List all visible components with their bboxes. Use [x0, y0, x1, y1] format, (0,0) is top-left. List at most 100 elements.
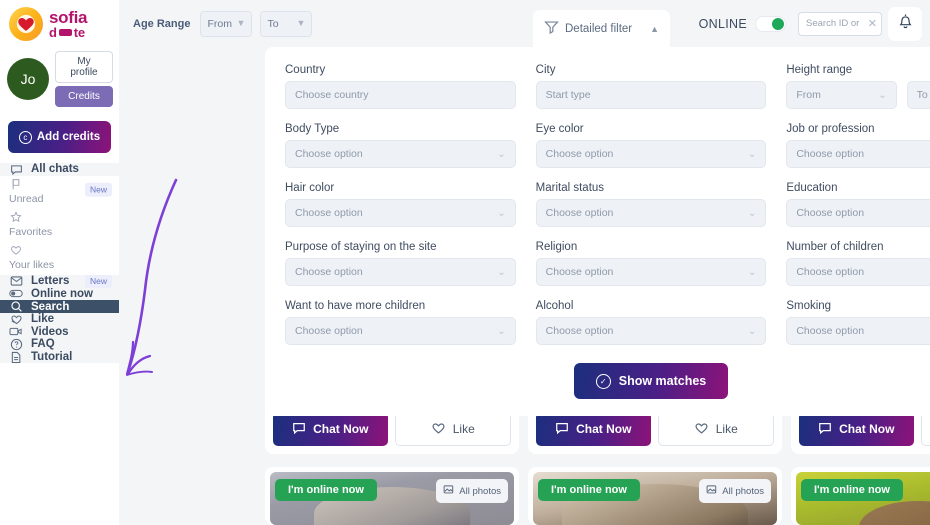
hair-color-select[interactable]: Choose option ⌄: [285, 199, 516, 227]
filter-field-height-range: Height range From ⌄ To ⌄: [786, 64, 930, 109]
photo-card[interactable]: I'm online now All photos: [528, 467, 782, 525]
profile-photo: I'm online now All photos: [533, 472, 777, 525]
online-toggle-group: ONLINE: [698, 15, 786, 32]
check-circle-icon: ✓: [595, 373, 611, 389]
city-input[interactable]: Start type: [535, 81, 767, 109]
sidebar-item-unread[interactable]: Unread New: [0, 176, 119, 209]
notification-bell-button[interactable]: [888, 6, 922, 41]
field-label: Purpose of staying on the site: [285, 241, 437, 253]
religion-select[interactable]: Choose option ⌄: [535, 258, 767, 286]
sidebar-item-like[interactable]: Like: [0, 312, 119, 326]
chevron-down-icon: ▼: [296, 18, 306, 28]
search-id-input[interactable]: Search ID or ✕: [798, 11, 882, 36]
height-from-select[interactable]: From ⌄: [786, 81, 897, 109]
sidebar-item-faq[interactable]: FAQ: [0, 338, 119, 351]
show-matches-label: Show matches: [618, 374, 707, 388]
field-placeholder: Choose option: [545, 266, 614, 278]
sidebar-item-label: Favorites: [9, 225, 53, 238]
chat-now-label: Chat Now: [313, 422, 369, 436]
credit-coin-icon: c: [18, 130, 32, 144]
profile-photo: I'm online now All photos: [270, 472, 514, 525]
sidebar-item-online-now[interactable]: Online now: [0, 287, 119, 301]
field-label: Country: [285, 64, 326, 76]
star-icon: [9, 211, 23, 225]
chat-bubble-icon: [9, 163, 23, 176]
photo-card[interactable]: I'm online now All photos: [265, 467, 519, 525]
filter-field-want-more-children: Want to have more children Choose option…: [285, 300, 516, 345]
want-more-children-select[interactable]: Choose option ⌄: [285, 317, 516, 345]
chat-now-button[interactable]: Chat Now: [273, 412, 388, 446]
add-credits-button[interactable]: c Add credits: [8, 121, 111, 153]
like-button[interactable]: Like: [657, 412, 774, 446]
field-label: City: [535, 64, 556, 76]
heart-outline-icon: [694, 421, 709, 438]
sidebar-item-all-chats[interactable]: All chats: [0, 163, 119, 176]
online-toggle[interactable]: [755, 15, 786, 32]
show-matches-button[interactable]: ✓ Show matches: [573, 363, 729, 399]
all-photos-button[interactable]: All photos: [699, 479, 771, 503]
my-profile-button[interactable]: My profile: [55, 51, 113, 83]
detailed-filter-tab[interactable]: Detailed filter ▲: [533, 10, 670, 47]
close-x-icon[interactable]: ✕: [868, 17, 877, 30]
age-from-select[interactable]: From ▼: [200, 10, 253, 37]
all-photos-button[interactable]: All photos: [436, 479, 508, 503]
avatar[interactable]: Jo: [7, 58, 49, 100]
chat-now-label: Chat Now: [839, 422, 895, 436]
brand-sub-bar: [58, 28, 72, 36]
filter-field-education: Education Choose option ⌄: [786, 182, 930, 227]
job-select[interactable]: Choose option ⌄: [786, 140, 930, 168]
profile-buttons: My profile Credits: [55, 51, 113, 107]
smoking-select[interactable]: Choose option ⌄: [786, 317, 930, 345]
sidebar-item-label: All chats: [31, 163, 79, 176]
chat-now-button[interactable]: Chat Now: [799, 412, 914, 446]
sidebar-item-favorites[interactable]: Favorites: [0, 209, 119, 242]
purpose-select[interactable]: Choose option ⌄: [285, 258, 516, 286]
sidebar-item-tutorial[interactable]: Tutorial: [0, 350, 119, 364]
height-range-pair: From ⌄ To ⌄: [786, 81, 930, 109]
brand-logo-area[interactable]: sofia d te: [0, 0, 119, 47]
sidebar-item-label: Search: [31, 300, 70, 313]
sidebar-item-your-likes[interactable]: Your likes: [0, 242, 119, 275]
notification-bell-icon: [897, 12, 914, 35]
heart-logo-icon: [9, 6, 43, 41]
body-type-select[interactable]: Choose option ⌄: [285, 140, 516, 168]
heart-outline-icon: [431, 421, 446, 438]
sidebar-item-letters[interactable]: Letters New: [0, 275, 119, 288]
toggle-icon: [9, 288, 23, 299]
education-select[interactable]: Choose option ⌄: [786, 199, 930, 227]
brand-name: sofia: [49, 7, 88, 27]
height-to-select[interactable]: To ⌄: [906, 81, 930, 109]
profile-row: Jo My profile Credits: [0, 47, 119, 115]
new-badge: New: [84, 182, 112, 197]
chevron-up-icon: ▲: [650, 23, 659, 34]
magnifier-icon: [9, 300, 23, 313]
sidebar-item-label: Tutorial: [31, 351, 73, 364]
field-label: Smoking: [786, 300, 832, 312]
chat-bubble-icon: [818, 421, 832, 438]
alcohol-select[interactable]: Choose option ⌄: [535, 317, 767, 345]
photo-card[interactable]: I'm online now All photos: [791, 467, 930, 525]
marital-status-select[interactable]: Choose option ⌄: [535, 199, 767, 227]
age-to-select[interactable]: To ▼: [260, 10, 313, 37]
like-button[interactable]: Like: [394, 412, 511, 446]
filter-field-country: Country Choose country: [285, 64, 516, 109]
field-label: Want to have more children: [285, 300, 426, 312]
sidebar-item-label: Videos: [31, 325, 69, 338]
online-label: ONLINE: [698, 16, 747, 31]
sidebar-item-videos[interactable]: Videos: [0, 325, 119, 339]
filter-grid: Country Choose country City Start type H…: [285, 64, 930, 359]
number-of-children-select[interactable]: Choose option ⌄: [786, 258, 930, 286]
country-input[interactable]: Choose country: [285, 81, 516, 109]
eye-color-select[interactable]: Choose option ⌄: [535, 140, 767, 168]
brand-wordmark: sofia d te: [49, 9, 87, 39]
credits-button[interactable]: Credits: [55, 86, 113, 107]
chevron-down-icon: ⌄: [747, 325, 757, 337]
field-label: Job or profession: [786, 123, 875, 135]
video-camera-icon: [9, 326, 23, 337]
like-button[interactable]: Like: [920, 412, 930, 446]
like-label: Like: [452, 422, 475, 436]
chat-now-button[interactable]: Chat Now: [536, 412, 651, 446]
chat-now-label: Chat Now: [576, 422, 632, 436]
sidebar-item-search[interactable]: Search: [0, 300, 119, 313]
profile-photo: I'm online now All photos: [796, 472, 930, 525]
